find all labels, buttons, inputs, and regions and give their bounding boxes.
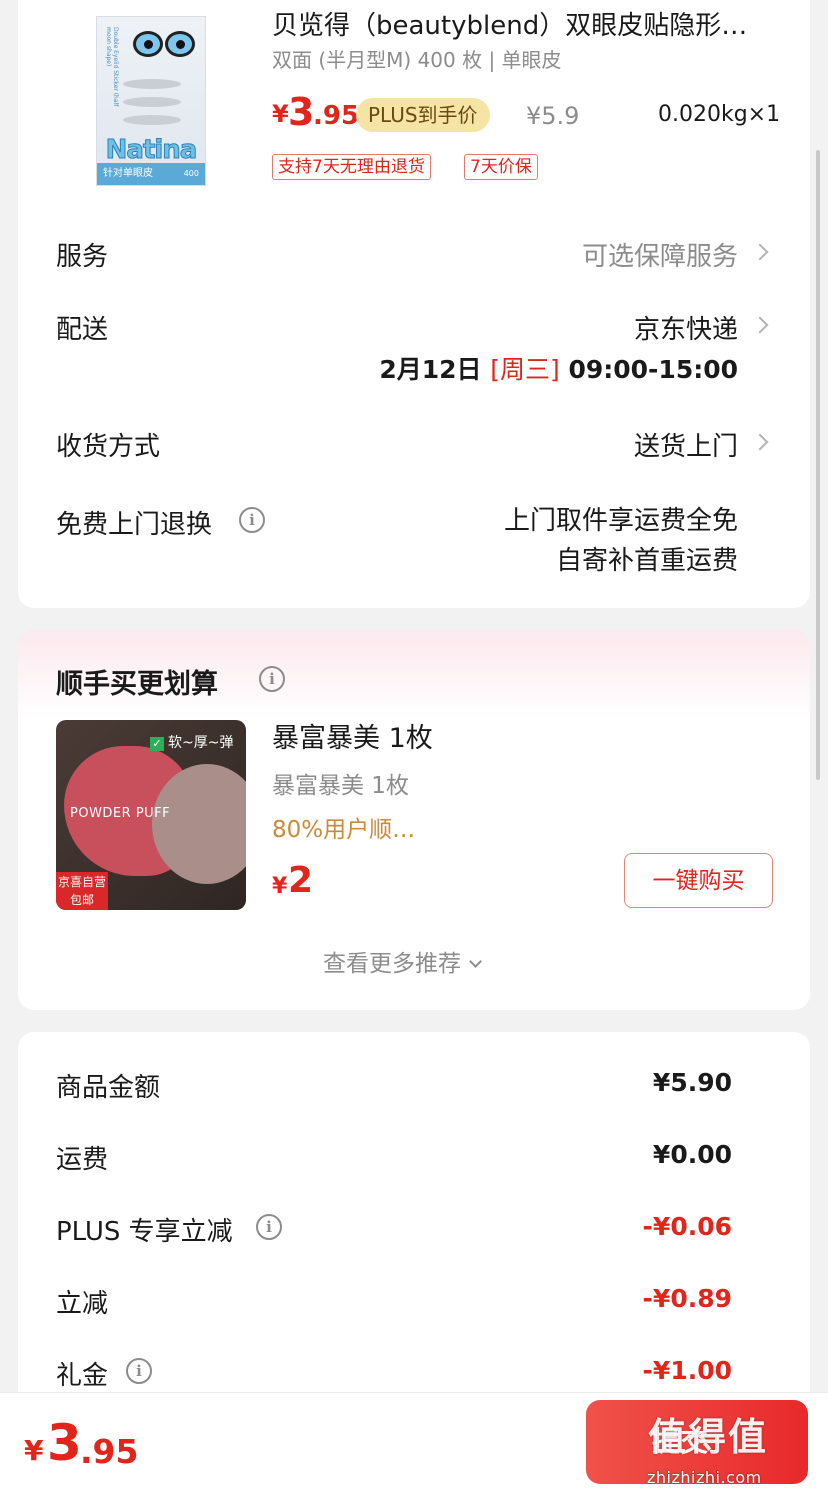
fee-label-discount: 立减 — [56, 1289, 109, 1319]
service-value[interactable]: 可选保障服务 — [582, 236, 738, 273]
delivery-value[interactable]: 京东快递 — [634, 309, 738, 346]
fee-label-plus-discount: PLUS 专享立减 — [56, 1217, 233, 1247]
delivery-date[interactable]: 2月12日 [周三] 09:00-15:00 — [379, 350, 738, 386]
product-title[interactable]: 贝览得（beautyblend）双眼皮贴隐形… — [272, 5, 772, 42]
fee-value-shipping: ¥0.00 — [652, 1140, 732, 1169]
thumbnail-brand-logo: Natina — [105, 135, 198, 166]
delivery-time: 09:00-15:00 — [568, 355, 738, 384]
price-integer: 3 — [288, 90, 315, 134]
thumbnail-band: 针对单眼皮 400 — [97, 163, 205, 185]
recommend-price-symbol: ¥ — [272, 874, 288, 899]
jd-self-badge: 京喜自营 包邮 — [56, 872, 108, 910]
thumbnail-band-count: 400 — [183, 169, 199, 178]
total-price-symbol: ¥ — [24, 1434, 44, 1467]
puff-label: POWDER PUFF — [70, 806, 171, 821]
plus-price-badge: PLUS到手价 — [356, 98, 490, 132]
thumbnail-side-text: Double Eyelid Sticker (half moon shape) — [105, 27, 119, 107]
total-price-integer: 3 — [47, 1414, 82, 1472]
recommend-item-rate: 80%用户顺… — [272, 817, 416, 843]
more-recommend-link[interactable]: 查看更多推荐 — [323, 944, 482, 978]
fee-value-discount: -¥0.89 — [642, 1284, 732, 1313]
fee-label-gift: 礼金 — [56, 1361, 109, 1391]
recommend-item-name[interactable]: 暴富暴美 1枚 — [272, 716, 433, 755]
free-return-line1: 上门取件享运费全免 — [503, 506, 738, 536]
chevron-down-icon — [469, 955, 482, 968]
sticker-graphic — [123, 97, 181, 107]
watermark-url: zhizhizhi.com — [647, 1468, 762, 1487]
sticker-graphic — [123, 115, 181, 125]
fee-label-shipping: 运费 — [56, 1145, 109, 1175]
delivery-weekday: [周三] — [490, 355, 560, 384]
weight-quantity: 0.020kg×1 — [658, 102, 781, 127]
delivery-date-day: 2月12日 — [379, 355, 482, 384]
price-decimal: .95 — [313, 101, 360, 131]
eye-graphic-left — [133, 31, 163, 57]
product-spec[interactable]: 双面 (半月型M) 400 枚 | 单眼皮 — [272, 44, 562, 73]
price-symbol: ¥ — [272, 100, 289, 128]
more-recommend-label: 查看更多推荐 — [323, 951, 461, 977]
scrollbar[interactable] — [816, 150, 820, 780]
fee-value-goods: ¥5.90 — [652, 1068, 732, 1097]
sticker-graphic — [123, 79, 181, 89]
delivery-label: 配送 — [56, 315, 109, 345]
info-circle-icon[interactable]: i — [126, 1358, 152, 1384]
recommend-title: 顺手买更划算 — [56, 669, 218, 700]
recommend-item-image[interactable]: ✓ 软~厚~弹 POWDER PUFF 京喜自营 包邮 — [56, 720, 246, 910]
price-protect-tag: 7天价保 — [464, 154, 538, 180]
info-circle-icon[interactable]: i — [239, 507, 265, 533]
info-circle-icon[interactable]: i — [256, 1214, 282, 1240]
thumbnail-band-text: 针对单眼皮 — [103, 168, 153, 179]
free-return-line2: 自寄补首重运费 — [555, 546, 738, 576]
fee-label-goods: 商品金额 — [56, 1073, 161, 1103]
fee-value-plus-discount: -¥0.06 — [642, 1212, 732, 1241]
return-policy-tag: 支持7天无理由退货 — [272, 154, 431, 180]
one-click-buy-button[interactable]: 一键购买 — [624, 853, 773, 908]
fee-value-gift: -¥1.00 — [642, 1356, 732, 1385]
recommend-item-spec: 暴富暴美 1枚 — [272, 773, 409, 799]
feature-text: ✓ 软~厚~弹 — [150, 732, 233, 752]
eye-graphic-right — [165, 31, 195, 57]
free-return-label: 免费上门退换 — [56, 510, 213, 540]
product-thumbnail[interactable]: Double Eyelid Sticker (half moon shape) … — [96, 16, 206, 186]
info-circle-icon[interactable]: i — [259, 666, 285, 692]
receive-method-label: 收货方式 — [56, 432, 161, 462]
total-price-decimal: .95 — [80, 1432, 139, 1471]
service-label: 服务 — [56, 242, 109, 272]
receive-method-value[interactable]: 送货上门 — [634, 426, 738, 463]
recommend-price: 2 — [288, 860, 314, 901]
original-price: ¥5.9 — [526, 102, 580, 130]
